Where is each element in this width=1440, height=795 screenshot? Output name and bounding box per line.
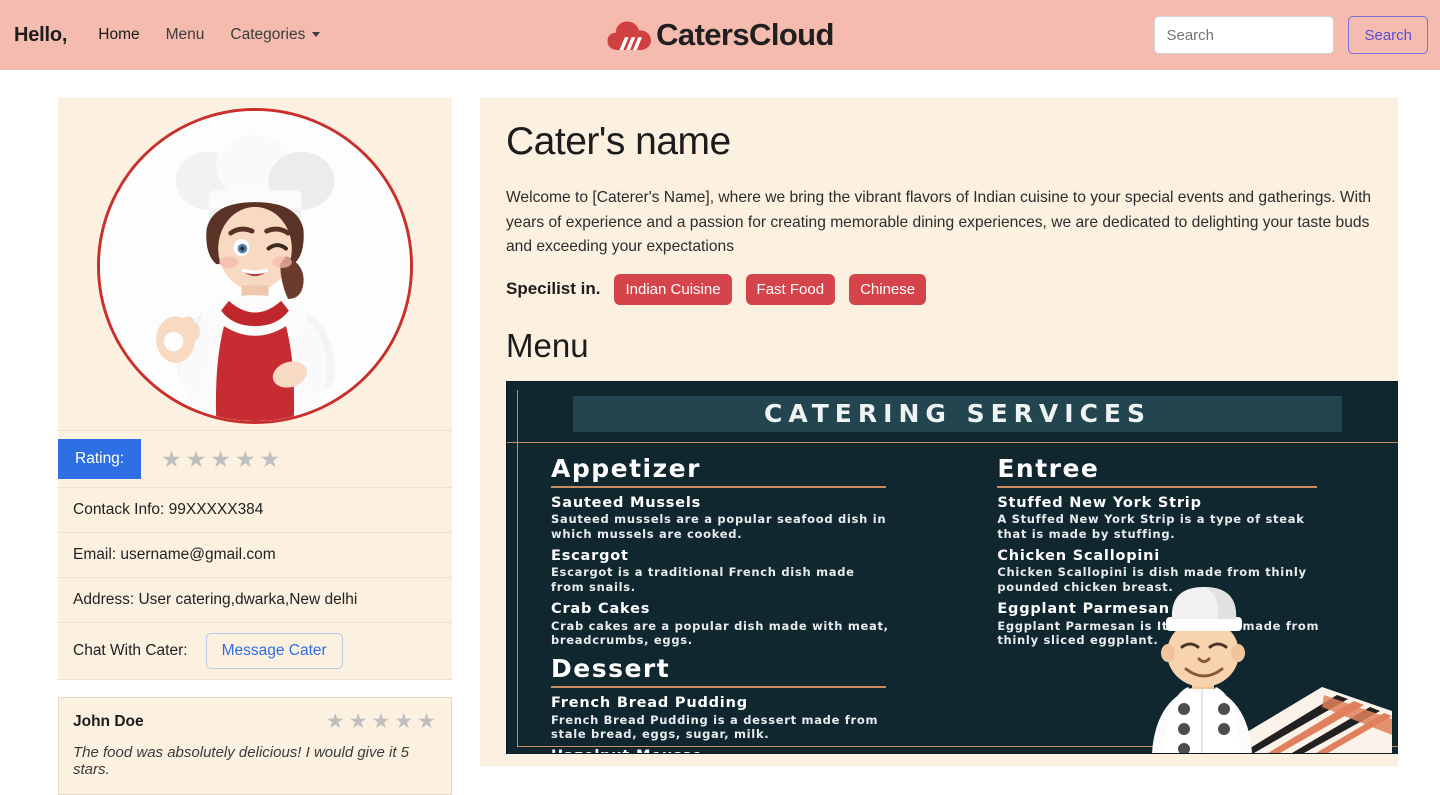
menu-poster-image[interactable]: CATERING SERVICES Appetizer Sauteed Muss… [506,380,1398,754]
search-button[interactable]: Search [1348,16,1428,54]
section-rule [997,485,1318,488]
star-icon: ★ [325,710,346,733]
nav-link-home[interactable]: Home [87,18,150,52]
review-card: John Doe ★ ★ ★ ★ ★ The food was absolute… [58,697,452,795]
review-author: John Doe [73,712,144,730]
dish-item: Crab Cakes Crab cakes are a popular dish… [551,601,963,647]
section-heading: Appetizer [551,453,701,483]
profile-card: Rating: ★ ★ ★ ★ ★ Contack Info: 99XXXXX3… [58,98,452,680]
dish-name: Crab Cakes [551,601,651,618]
star-icon: ★ [371,710,392,733]
dish-name: Sauteed Mussels [551,494,702,511]
dish-item: Stuffed New York Strip A Stuffed New Yor… [997,495,1390,541]
greeting-text: Hello, [14,23,68,46]
dish-item: French Bread Pudding French Bread Puddin… [551,695,963,741]
poster-section-dessert: Dessert French Bread Pudding French Brea… [551,654,963,753]
dish-description: Escargot is a traditional French dish ma… [551,565,855,594]
nav-link-menu[interactable]: Menu [155,18,216,52]
avatar-box [58,98,452,430]
brand-logo-inner[interactable]: CatersCloud [606,17,834,53]
poster-title-bar: CATERING SERVICES [573,395,1342,432]
dish-name: Hazelnut Mousse [551,748,963,752]
navbar: Hello, Home Menu Categories CatersCloud … [0,0,1440,70]
dish-item: Hazelnut Mousse Hazelnut Mousse is a swe… [551,748,963,752]
profile-info-list: Rating: ★ ★ ★ ★ ★ Contack Info: 99XXXXX3… [58,430,452,680]
star-icon[interactable]: ★ [161,447,183,471]
specialist-row: Specilist in. Indian Cuisine Fast Food C… [506,273,1372,305]
email-row: Email: username@gmail.com [58,533,452,578]
welcome-paragraph: Welcome to [Caterer's Name], where we br… [506,189,1372,256]
dish-name: French Bread Pudding [551,695,748,712]
dish-name: Chicken Scallopini [997,548,1161,565]
dish-description: French Bread Pudding is a dessert made f… [551,712,879,742]
poster-section-appetizer: Appetizer Sauteed Mussels Sauteed mussel… [551,454,963,647]
section-heading: Entree [997,453,1100,483]
poster-title: CATERING SERVICES [764,399,1151,429]
chef-illustration [1092,583,1392,753]
star-icon[interactable]: ★ [186,447,208,471]
review-header: John Doe ★ ★ ★ ★ ★ [73,711,437,732]
chef-avatar [97,108,413,424]
specialist-label: Specilist in. [506,279,601,299]
dish-name: Escargot [551,548,629,565]
section-rule [551,686,886,689]
star-icon: ★ [348,710,369,733]
star-icon: ★ [417,710,437,733]
page-body: Rating: ★ ★ ★ ★ ★ Contack Info: 99XXXXX3… [0,70,1440,795]
review-stars: ★ ★ ★ ★ ★ [326,711,437,732]
section-heading: Dessert [551,654,671,684]
dish-item: Sauteed Mussels Sauteed mussels are a po… [551,495,963,541]
speciality-tag-fast-food[interactable]: Fast Food [745,273,836,305]
cloud-icon [606,17,654,53]
star-icon[interactable]: ★ [260,447,282,471]
star-icon: ★ [394,710,415,733]
nav-links: Home Menu Categories [87,18,331,52]
chat-label: Chat With Cater: [73,642,188,659]
menu-heading: Menu [506,326,589,364]
brand-logo-text: CatersCloud [656,17,834,52]
rating-stars[interactable]: ★ ★ ★ ★ ★ [161,447,282,471]
chevron-down-icon [312,32,321,37]
contact-info-row: Contack Info: 99XXXXX384 [58,488,452,533]
nav-link-categories-label: Categories [230,26,306,43]
chat-row: Chat With Cater: Message Cater [58,623,452,680]
star-icon[interactable]: ★ [235,447,257,471]
rating-row: Rating: ★ ★ ★ ★ ★ [58,431,452,488]
nav-link-categories[interactable]: Categories [219,18,331,52]
status-badge: Rating: [58,439,142,479]
cater-detail-card: Cater's name Welcome to [Caterer's Name]… [480,98,1398,766]
star-icon[interactable]: ★ [210,447,232,471]
poster-column-left: Appetizer Sauteed Mussels Sauteed mussel… [551,454,963,753]
search-area: Search [1154,16,1428,54]
left-column: Rating: ★ ★ ★ ★ ★ Contack Info: 99XXXXX3… [58,98,452,795]
review-text: The food was absolutely delicious! I wou… [73,744,410,778]
dish-name: Stuffed New York Strip [997,494,1202,511]
dish-description: Sauteed mussels are a popular seafood di… [551,512,887,541]
search-input[interactable] [1154,16,1335,54]
dish-item: Escargot Escargot is a traditional Frenc… [551,548,963,594]
page-title: Cater's name [506,120,731,163]
address-row: Address: User catering,dwarka,New delhi [58,578,452,623]
speciality-tag-chinese[interactable]: Chinese [849,273,927,305]
message-cater-button[interactable]: Message Cater [205,633,343,669]
dish-description: A Stuffed New York Strip is a type of st… [997,512,1305,541]
poster-divider [507,441,1398,443]
speciality-tag-indian-cuisine[interactable]: Indian Cuisine [614,273,732,305]
dish-description: Crab cakes are a popular dish made with … [551,618,889,647]
section-rule [551,485,886,488]
